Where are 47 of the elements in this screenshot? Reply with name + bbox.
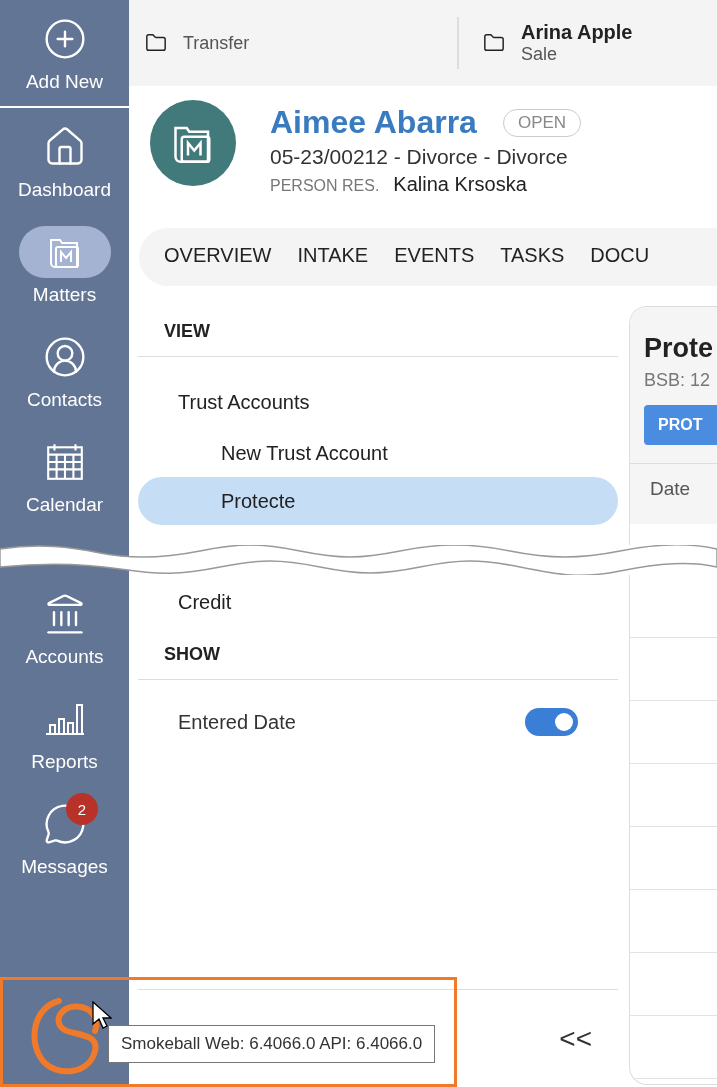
view-item[interactable]: New Trust Account: [138, 429, 618, 477]
view-item[interactable]: Credit: [138, 575, 618, 629]
view-item[interactable]: Protecte: [138, 477, 618, 525]
matter-type: Transfer: [183, 32, 250, 54]
toggle-switch[interactable]: [525, 708, 578, 736]
nav-label: Matters: [32, 283, 97, 306]
account-title: Prote: [644, 333, 715, 364]
folder-icon: [483, 32, 505, 54]
column-header: Date: [630, 464, 717, 524]
section-heading: SHOW: [138, 629, 618, 680]
nav-label: Contacts: [27, 388, 102, 411]
person-label: PERSON RES.: [270, 177, 380, 195]
toggle-label: Entered Date: [178, 710, 296, 734]
nav-item[interactable]: Matters: [0, 213, 129, 318]
nav-label: Messages: [21, 855, 108, 878]
nav-label: Add New: [25, 71, 104, 93]
tab[interactable]: TASKS: [487, 228, 578, 286]
matter-tab[interactable]: Arina Apple Sale: [459, 17, 699, 69]
nav-item[interactable]: 2 Messages: [0, 785, 129, 890]
nav-item[interactable]: Reports: [0, 680, 129, 785]
tab[interactable]: EVENTS: [381, 228, 488, 286]
tab[interactable]: INTAKE: [284, 228, 382, 286]
section-heading: VIEW: [138, 306, 618, 357]
matter-title: Arina Apple: [521, 21, 633, 44]
matter-type: Sale: [521, 44, 559, 65]
matter-reference: 05-23/00212 - Divorce - Divorce: [270, 145, 569, 169]
folder-icon: [145, 32, 167, 54]
nav-label: Calendar: [25, 493, 104, 516]
account-bsb: BSB: 12: [644, 370, 712, 391]
nav-item[interactable]: Accounts: [0, 575, 129, 680]
person-name: Kalina Krsoska: [393, 173, 527, 196]
view-item[interactable]: Trust Accounts: [138, 375, 618, 429]
count-badge: 2: [66, 793, 98, 825]
bar-chart-icon: [43, 702, 86, 735]
tab[interactable]: OVERVIEW: [151, 228, 285, 286]
nav-item[interactable]: Calendar: [0, 423, 129, 528]
nav-label: Reports: [31, 750, 98, 773]
nav-label: Accounts: [25, 645, 104, 668]
tab[interactable]: DOCU: [577, 228, 663, 286]
nav-item[interactable]: Dashboard: [0, 108, 129, 213]
cursor-icon: [92, 1001, 112, 1029]
version-tooltip: Smokeball Web: 6.4066.0 API: 6.4066.0: [108, 1025, 436, 1063]
collapse-button[interactable]: <<: [553, 1021, 598, 1056]
client-name: Aimee Abarra: [270, 104, 477, 141]
nav-label: Dashboard: [18, 178, 111, 201]
matter-tab[interactable]: Transfer: [129, 17, 459, 69]
nav-item[interactable]: Contacts: [0, 318, 129, 423]
